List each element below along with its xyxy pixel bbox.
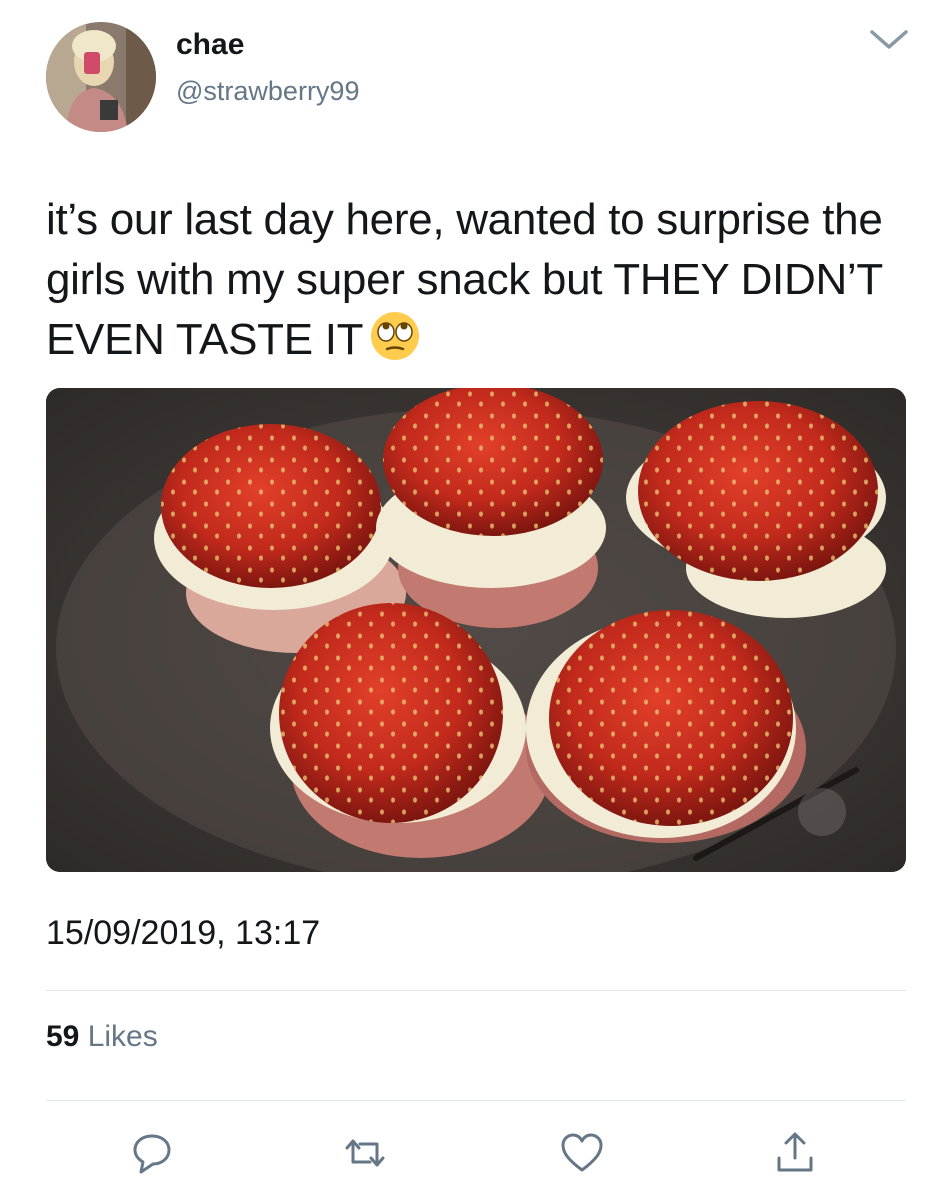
likes-label: Likes <box>79 1020 158 1053</box>
display-name[interactable]: chae <box>176 28 244 62</box>
tweet-text-content: it’s our last day here, wanted to surpri… <box>46 195 883 364</box>
user-handle[interactable]: @strawberry99 <box>176 76 359 107</box>
share-icon[interactable] <box>770 1128 820 1178</box>
chevron-down-icon[interactable] <box>866 22 912 56</box>
retweet-icon[interactable] <box>340 1128 390 1178</box>
tweet-photo[interactable] <box>46 388 906 872</box>
rolling-eyes-emoji-icon <box>369 310 421 362</box>
likes-count: 59 <box>46 1020 80 1053</box>
like-icon[interactable] <box>557 1128 607 1178</box>
tweet-timestamp[interactable]: 15/09/2019, 13:17 <box>46 914 320 953</box>
avatar[interactable] <box>46 22 156 132</box>
likes-stat[interactable]: 59 Likes <box>46 1020 158 1054</box>
divider <box>46 990 906 991</box>
tweet-text: it’s our last day here, wanted to surpri… <box>46 190 916 370</box>
divider <box>46 1100 906 1101</box>
reply-icon[interactable] <box>127 1128 177 1178</box>
